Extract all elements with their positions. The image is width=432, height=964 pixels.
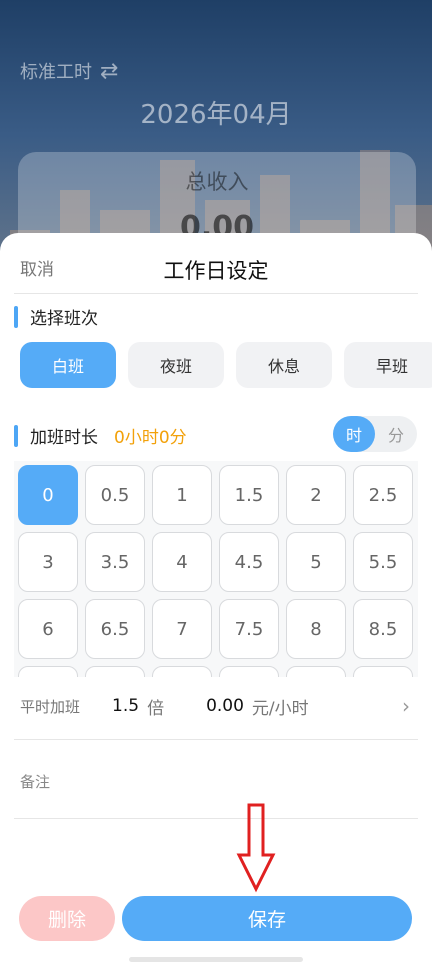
divider <box>14 739 418 740</box>
divider <box>14 293 418 294</box>
hour-option[interactable]: 11.5 <box>353 666 413 677</box>
unit-toggle: 时 分 <box>333 416 417 452</box>
hour-option[interactable]: 11 <box>286 666 346 677</box>
swap-arrows-icon: ⇄ <box>100 58 119 84</box>
month-title: 2026年04月 <box>140 100 292 130</box>
shift-section-label: 选择班次 <box>14 304 98 329</box>
work-mode-switch[interactable]: 标准工时 ⇄ <box>20 58 118 84</box>
hours-picker[interactable]: 00.511.522.533.544.555.566.577.588.599.5… <box>14 461 418 677</box>
work-mode-label: 标准工时 <box>20 62 92 83</box>
home-indicator <box>129 957 303 962</box>
section-marker <box>14 305 18 328</box>
workday-settings-sheet: 取消 工作日设定 选择班次 白班 夜班 休息 早班 加班时长 0小时0分 时 分… <box>0 233 432 964</box>
hour-option[interactable]: 2.5 <box>353 465 413 525</box>
hour-option[interactable]: 7.5 <box>219 599 279 659</box>
shift-option-night[interactable]: 夜班 <box>128 342 224 388</box>
hour-option[interactable]: 3.5 <box>85 532 145 592</box>
hour-option[interactable]: 7 <box>152 599 212 659</box>
overtime-value: 0小时0分 <box>114 428 187 448</box>
annotation-arrow-icon <box>236 803 276 893</box>
unit-minute-button[interactable]: 分 <box>375 416 417 452</box>
section-marker <box>14 424 18 447</box>
divider <box>14 818 418 819</box>
delete-button[interactable]: 删除 <box>19 896 115 941</box>
shift-options: 白班 夜班 休息 早班 <box>20 342 432 388</box>
hours-grid: 00.511.522.533.544.555.566.577.588.599.5… <box>18 465 413 677</box>
shift-section-title: 选择班次 <box>30 309 98 329</box>
hour-option[interactable]: 6.5 <box>85 599 145 659</box>
rate-multiplier-unit: 倍 <box>147 698 165 719</box>
hour-option[interactable]: 6 <box>18 599 78 659</box>
rate-label: 平时加班 <box>20 697 81 716</box>
remark-input[interactable]: 备注 <box>20 771 50 792</box>
income-card-title: 总收入 <box>185 170 249 194</box>
shift-option-early[interactable]: 早班 <box>344 342 432 388</box>
hour-option[interactable]: 1 <box>152 465 212 525</box>
hour-option[interactable]: 9 <box>18 666 78 677</box>
hour-option[interactable]: 3 <box>18 532 78 592</box>
screen: 标准工时 ⇄ 2026年04月 总收入 0.00 取消 工作日设定 选择班次 白… <box>0 0 432 964</box>
rate-multiplier: 1.5 <box>112 696 140 716</box>
overtime-section-title: 加班时长 <box>30 428 98 448</box>
hour-option[interactable]: 10 <box>152 666 212 677</box>
shift-option-day[interactable]: 白班 <box>20 342 116 388</box>
hour-option[interactable]: 10.5 <box>219 666 279 677</box>
overtime-section-label: 加班时长 0小时0分 <box>14 423 187 448</box>
overtime-rate-row[interactable]: 平时加班 1.5 倍 0.00 元/小时 › <box>20 691 412 721</box>
chevron-right-icon: › <box>402 694 410 718</box>
hour-option[interactable]: 0.5 <box>85 465 145 525</box>
hour-option[interactable]: 0 <box>18 465 78 525</box>
hour-option[interactable]: 4.5 <box>219 532 279 592</box>
sheet-title: 工作日设定 <box>163 259 269 283</box>
hour-option[interactable]: 8 <box>286 599 346 659</box>
rate-amount: 0.00 <box>206 696 244 716</box>
cancel-button[interactable]: 取消 <box>20 255 54 280</box>
hour-option[interactable]: 2 <box>286 465 346 525</box>
hour-option[interactable]: 5.5 <box>353 532 413 592</box>
save-button[interactable]: 保存 <box>122 896 412 941</box>
hour-option[interactable]: 8.5 <box>353 599 413 659</box>
shift-option-rest[interactable]: 休息 <box>236 342 332 388</box>
hour-option[interactable]: 4 <box>152 532 212 592</box>
hour-option[interactable]: 5 <box>286 532 346 592</box>
hour-option[interactable]: 1.5 <box>219 465 279 525</box>
hour-option[interactable]: 9.5 <box>85 666 145 677</box>
unit-hour-button[interactable]: 时 <box>333 416 375 452</box>
rate-amount-unit: 元/小时 <box>251 698 309 719</box>
